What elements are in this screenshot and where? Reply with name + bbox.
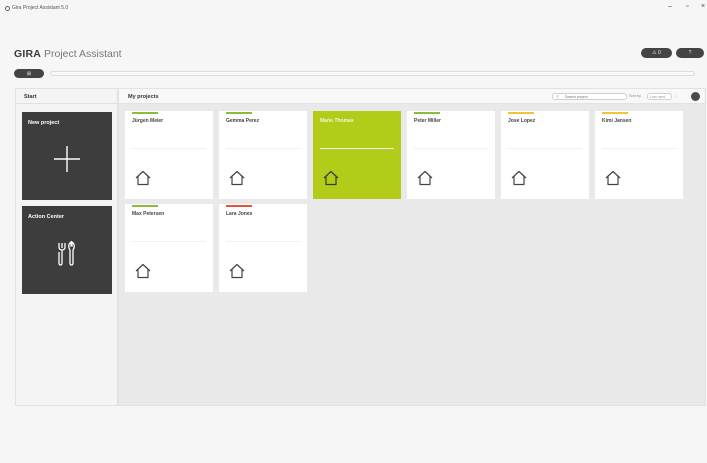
house-icon	[134, 262, 152, 280]
minimize-button[interactable]: –	[668, 3, 672, 10]
window-title-text: Gira Project Assistant 5.0	[12, 5, 69, 11]
start-title: Start	[24, 94, 37, 100]
project-status-strip	[226, 205, 252, 207]
app-icon	[5, 5, 10, 11]
project-name: Gemma Perez	[226, 118, 260, 124]
breadcrumb-bar	[50, 71, 695, 76]
project-card[interactable]: Max Petersen	[125, 204, 213, 292]
start-divider	[16, 103, 117, 104]
project-divider	[414, 148, 488, 149]
plus-icon	[54, 146, 80, 172]
project-name: Kimi Jansen	[602, 118, 632, 124]
projects-panel: My projects ⚲ Sort by Last used ↓ Jürgen…	[118, 88, 706, 406]
projects-title: My projects	[128, 94, 159, 100]
project-name: Max Petersen	[132, 211, 165, 217]
title-bar: Gira Project Assistant 5.0 – ▫ ×	[0, 0, 707, 16]
start-panel: Start New project Action Center	[15, 88, 118, 406]
house-icon	[134, 169, 152, 187]
project-name: Peter Miller	[414, 118, 441, 124]
project-name: Lara Jones	[226, 211, 253, 217]
house-icon	[604, 169, 622, 187]
project-status-strip	[508, 112, 534, 114]
projects-header: My projects ⚲ Sort by Last used ↓	[119, 89, 705, 104]
project-card[interactable]: Jürgen Meier	[125, 111, 213, 199]
project-card[interactable]: Jose Lopez	[501, 111, 589, 199]
notifications-button[interactable]: ⚠ 0	[641, 48, 672, 58]
project-divider	[320, 148, 394, 149]
house-icon	[322, 169, 340, 187]
house-icon	[416, 169, 434, 187]
home-button[interactable]: ⊞	[14, 69, 44, 78]
sort-direction-button[interactable]: ↓	[675, 93, 677, 98]
sort-select[interactable]: Last used	[647, 93, 672, 100]
window-title: Gira Project Assistant 5.0	[5, 5, 68, 11]
new-project-tile[interactable]: New project	[22, 112, 112, 200]
project-card[interactable]: Marie Thomas	[313, 111, 401, 199]
sort-label: Sort by	[629, 94, 642, 98]
project-status-strip	[414, 112, 440, 114]
help-button[interactable]: ?	[676, 48, 704, 58]
new-project-label: New project	[28, 120, 60, 126]
project-card[interactable]: Lara Jones	[219, 204, 307, 292]
search-icon: ⚲	[556, 94, 559, 99]
close-button[interactable]: ×	[701, 3, 705, 10]
project-card[interactable]: Gemma Perez	[219, 111, 307, 199]
settings-icon[interactable]	[691, 92, 700, 101]
project-divider	[132, 241, 206, 242]
maximize-button[interactable]: ▫	[686, 3, 688, 10]
project-divider	[226, 148, 300, 149]
project-status-strip	[320, 112, 346, 114]
brand-logo: GIRA	[14, 48, 42, 60]
project-status-strip	[132, 112, 158, 114]
project-name: Jose Lopez	[508, 118, 536, 124]
project-card[interactable]: Peter Miller	[407, 111, 495, 199]
project-status-strip	[226, 112, 252, 114]
project-name: Marie Thomas	[320, 118, 354, 124]
project-divider	[508, 148, 582, 149]
project-divider	[226, 241, 300, 242]
product-name: Project Assistant	[43, 48, 122, 60]
tools-icon	[58, 240, 75, 266]
search-input[interactable]	[552, 93, 627, 100]
action-center-tile[interactable]: Action Center	[22, 206, 112, 294]
project-name: Jürgen Meier	[132, 118, 164, 124]
project-divider	[602, 148, 676, 149]
project-status-strip	[132, 205, 158, 207]
house-icon	[510, 169, 528, 187]
action-center-label: Action Center	[28, 214, 65, 220]
project-status-strip	[602, 112, 628, 114]
project-card[interactable]: Kimi Jansen	[595, 111, 683, 199]
house-icon	[228, 169, 246, 187]
house-icon	[228, 262, 246, 280]
app-brand: GIRA Project Assistant	[14, 48, 122, 60]
project-divider	[132, 148, 206, 149]
